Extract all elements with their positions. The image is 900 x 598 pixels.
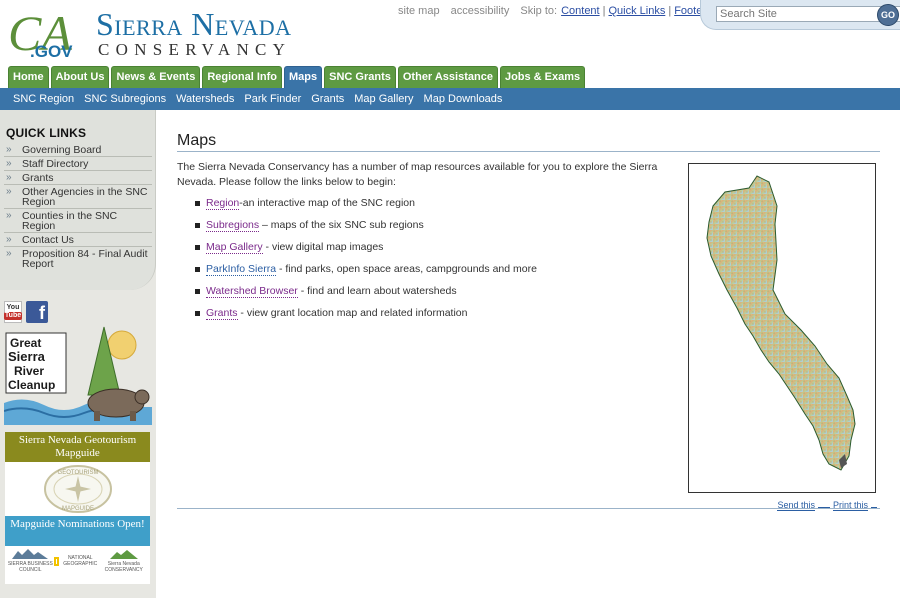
social-links: You Tube f [3, 301, 48, 323]
great-sierra-river-cleanup-banner[interactable]: Great Sierra River Cleanup [3, 325, 152, 425]
subnav-map-gallery[interactable]: Map Gallery [354, 93, 413, 105]
sierra-nevada-region-map[interactable] [688, 163, 876, 493]
site-map-link[interactable]: site map [398, 5, 440, 17]
facebook-icon[interactable]: f [26, 301, 48, 323]
page-actions: Send this Print this [777, 500, 880, 511]
list-item: ParkInfo Sierra - find parks, open space… [193, 263, 537, 285]
subnav-watersheds[interactable]: Watersheds [176, 93, 234, 105]
sidebar: QUICK LINKS » Governing Board » Staff Dire… [0, 110, 156, 598]
parkinfo-sierra-link[interactable]: ParkInfo Sierra [206, 263, 277, 276]
subnav-snc-subregions[interactable]: SNC Subregions [84, 93, 166, 105]
map-resource-list: Region-an interactive map of the SNC reg… [193, 197, 537, 329]
search-box: GO [700, 0, 900, 30]
tab-news-events[interactable]: News & Events [111, 66, 201, 88]
ca-gov-logo[interactable]: CA .GOV [8, 2, 88, 61]
intro-text: The Sierra Nevada Conservancy has a numb… [177, 161, 658, 188]
svg-text:.GOV: .GOV [30, 42, 73, 60]
skip-content-link[interactable]: Content [561, 5, 600, 17]
subnav-map-downloads[interactable]: Map Downloads [424, 93, 503, 105]
geotourism-seal: GEOTOURISM MAPGUIDE [5, 462, 150, 516]
sponsor-logo: SIERRA BUSINESS COUNCIL [7, 549, 54, 573]
quick-link-item[interactable]: » Contact Us [4, 233, 152, 247]
skip-quick-links-link[interactable]: Quick Links [608, 5, 665, 17]
double-arrow-icon: » [6, 210, 12, 221]
list-item: Grants - view grant location map and rel… [193, 307, 537, 329]
quick-links-panel: QUICK LINKS » Governing Board » Staff Dire… [0, 110, 156, 290]
sub-navigation: SNC Region SNC Subregions Watersheds Par… [0, 88, 900, 110]
geotourism-mapguide-banner[interactable]: Sierra Nevada Geotourism Mapguide GEOTOU… [5, 432, 150, 584]
sponsor-logos: SIERRA BUSINESS COUNCIL NATIONAL GEOGRAP… [5, 546, 150, 576]
print-this-link[interactable]: Print this [832, 500, 868, 511]
double-arrow-icon: » [6, 248, 12, 259]
double-arrow-icon: » [6, 234, 12, 245]
tab-other-assistance[interactable]: Other Assistance [397, 66, 498, 88]
tab-regional-info[interactable]: Regional Info [202, 66, 282, 88]
search-input[interactable] [716, 6, 900, 22]
title-divider [177, 151, 880, 152]
quick-links-list: » Governing Board » Staff Directory » Grant… [4, 143, 152, 270]
bottom-divider [177, 508, 880, 509]
region-link[interactable]: Region [206, 197, 240, 210]
double-arrow-icon: » [6, 144, 12, 155]
tab-jobs-exams[interactable]: Jobs & Exams [499, 66, 586, 88]
subregions-link[interactable]: Subregions [206, 219, 260, 232]
svg-text:Cleanup: Cleanup [8, 378, 55, 392]
list-item: Subregions – maps of the six SNC sub reg… [193, 219, 537, 241]
svg-text:River: River [14, 364, 44, 378]
skip-to-label: Skip to: [520, 5, 558, 17]
subnav-park-finder[interactable]: Park Finder [244, 93, 301, 105]
double-arrow-icon: » [6, 158, 12, 169]
double-arrow-icon: » [6, 186, 12, 197]
accessibility-link[interactable]: accessibility [451, 5, 510, 17]
main-tabs: Home About Us News & Events Regional Inf… [8, 66, 586, 88]
tab-snc-grants[interactable]: SNC Grants [324, 66, 396, 88]
quick-link-item[interactable]: » Governing Board [4, 143, 152, 157]
site-title[interactable]: Sierra Nevada CONSERVANCY [96, 8, 292, 60]
grants-link[interactable]: Grants [206, 307, 238, 320]
list-item: Region-an interactive map of the SNC reg… [193, 197, 537, 219]
subnav-grants[interactable]: Grants [311, 93, 344, 105]
double-arrow-icon: » [6, 172, 12, 183]
quick-link-item[interactable]: » Counties in the SNC Region [4, 209, 152, 233]
list-item: Map Gallery - view digital map images [193, 241, 537, 263]
sponsor-logo: Sierra Nevada CONSERVANCY [100, 549, 148, 573]
quick-link-item[interactable]: » Grants [4, 171, 152, 185]
svg-text:GEOTOURISM: GEOTOURISM [57, 470, 98, 476]
geotourism-title: Sierra Nevada Geotourism Mapguide [5, 432, 150, 462]
page-title: Maps [177, 132, 217, 149]
quick-link-item[interactable]: » Staff Directory [4, 157, 152, 171]
site-title-line2: CONSERVANCY [98, 40, 292, 59]
quick-link-item[interactable]: » Other Agencies in the SNC Region [4, 185, 152, 209]
youtube-icon[interactable]: You Tube [3, 301, 23, 323]
tab-about-us[interactable]: About Us [50, 66, 110, 88]
map-gallery-link[interactable]: Map Gallery [206, 241, 263, 254]
svg-text:Great: Great [10, 336, 41, 350]
site-title-line1: Sierra Nevada [96, 6, 292, 42]
site-header: CA .GOV Sierra Nevada CONSERVANCY site m… [0, 0, 900, 66]
quick-link-item[interactable]: » Proposition 84 - Final Audit Report [4, 247, 152, 270]
sponsor-logo: NATIONAL GEOGRAPHIC [53, 555, 100, 567]
watershed-browser-link[interactable]: Watershed Browser [206, 285, 298, 298]
quick-links-heading: QUICK LINKS [6, 126, 87, 140]
svg-text:Sierra: Sierra [8, 349, 46, 364]
send-this-link[interactable]: Send this [777, 500, 815, 511]
tab-home[interactable]: Home [8, 66, 49, 88]
nominations-banner[interactable]: Mapguide Nominations Open! [5, 516, 150, 546]
svg-text:MAPGUIDE: MAPGUIDE [61, 506, 93, 512]
tab-maps[interactable]: Maps [284, 66, 323, 88]
list-item: Watershed Browser - find and learn about… [193, 285, 537, 307]
subnav-snc-region[interactable]: SNC Region [13, 93, 74, 105]
search-go-button[interactable]: GO [877, 4, 899, 26]
utility-links: site map accessibility Skip to: Content | Q… [398, 5, 706, 17]
